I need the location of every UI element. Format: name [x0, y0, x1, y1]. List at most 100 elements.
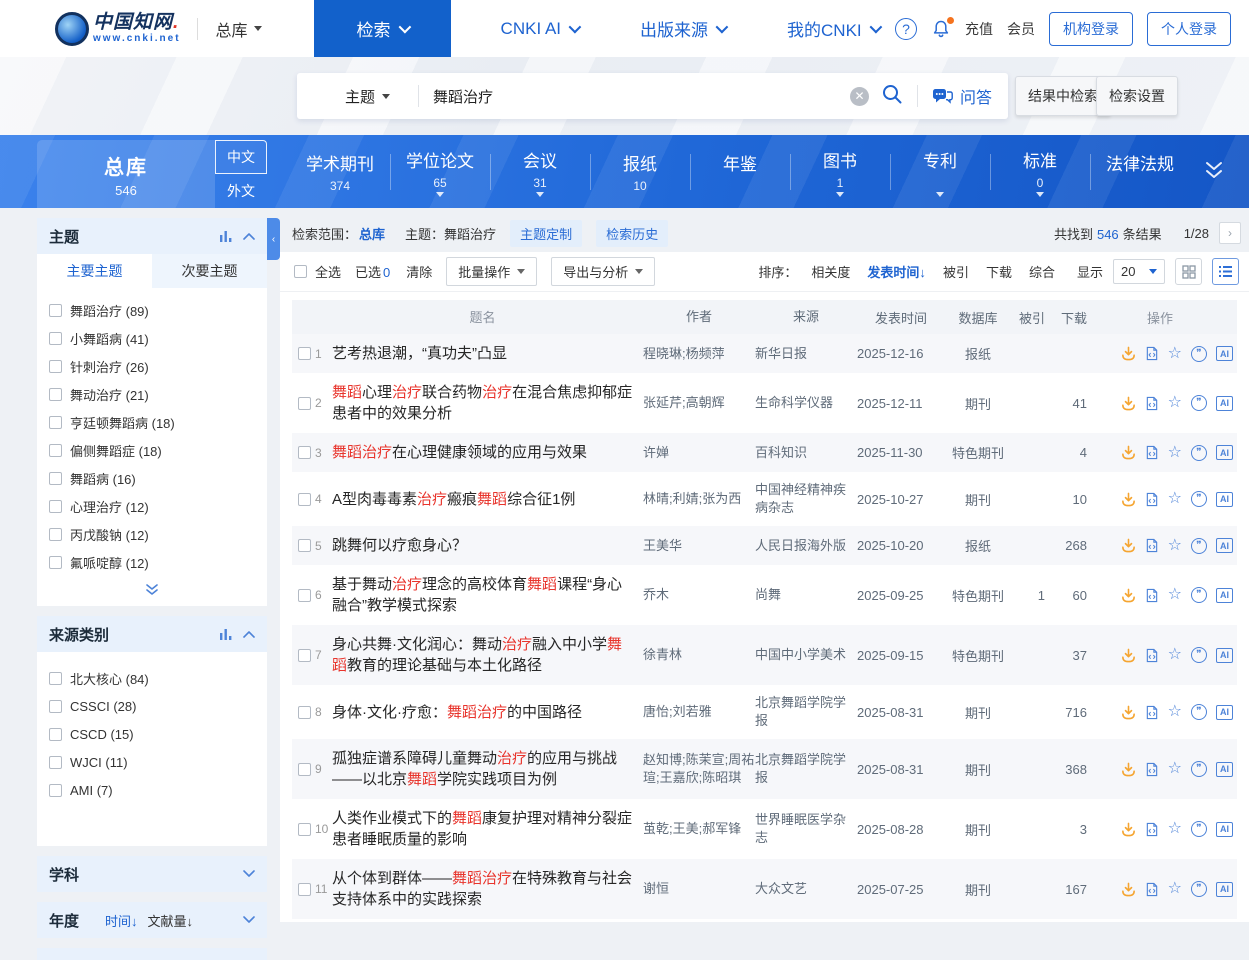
db-tab-专利[interactable]: 专利: [890, 135, 990, 208]
year-sort-volume[interactable]: 文献量↓: [148, 911, 194, 930]
chevron-down-icon[interactable]: [243, 870, 255, 878]
result-authors[interactable]: 乔木: [643, 586, 755, 604]
menu-my-cnki[interactable]: 我的CNKI: [787, 16, 879, 41]
filter-group-year-header[interactable]: 年度 时间↓ 文献量↓: [37, 902, 267, 938]
filter-item[interactable]: 丙戊酸钠 (12): [37, 520, 267, 548]
chevron-up-icon[interactable]: [243, 232, 255, 240]
filter-checkbox[interactable]: [49, 444, 62, 457]
filter-checkbox[interactable]: [49, 500, 62, 513]
filter-item[interactable]: 舞动治疗 (21): [37, 380, 267, 408]
star-icon[interactable]: ☆: [1168, 395, 1182, 411]
filter-item[interactable]: AMI (7): [37, 776, 267, 804]
result-title-link[interactable]: 身心共舞·文化润心：舞动治疗融入中小学舞蹈教育的理论基础与本土化路径: [332, 634, 643, 676]
ai-icon[interactable]: AI: [1216, 492, 1233, 507]
result-title-link[interactable]: 跳舞何以疗愈身心？: [332, 535, 643, 556]
result-source[interactable]: 生命科学仪器: [755, 394, 857, 412]
cnki-logo[interactable]: 中国知网. www.cnki.net: [55, 12, 181, 46]
filter-checkbox[interactable]: [49, 556, 62, 569]
download-icon[interactable]: [1121, 492, 1136, 507]
ai-icon[interactable]: AI: [1216, 538, 1233, 553]
result-authors[interactable]: 赵知博;陈茉宣;周祐瑄;王嘉欣;陈昭琪: [643, 751, 755, 787]
result-authors[interactable]: 谢恒: [643, 880, 755, 898]
quote-icon[interactable]: ❞: [1191, 346, 1207, 362]
quote-icon[interactable]: ❞: [1191, 587, 1207, 603]
star-icon[interactable]: ☆: [1168, 647, 1182, 663]
nav-expand-chevrons-icon[interactable]: [1201, 159, 1227, 188]
filter-checkbox[interactable]: [49, 728, 62, 741]
filter-item[interactable]: 舞蹈病 (16): [37, 464, 267, 492]
star-icon[interactable]: ☆: [1168, 821, 1182, 837]
quote-icon[interactable]: ❞: [1191, 395, 1207, 411]
html-icon[interactable]: [1145, 492, 1159, 507]
lang-toggle-foreign[interactable]: 外文: [215, 174, 267, 208]
star-icon[interactable]: ☆: [1168, 445, 1182, 461]
tab-primary-topic[interactable]: 主要主题: [37, 254, 152, 288]
ai-icon[interactable]: AI: [1216, 648, 1233, 663]
personal-login-button[interactable]: 个人登录: [1147, 12, 1231, 46]
sort-被引[interactable]: 被引: [943, 262, 969, 281]
recharge-link[interactable]: 充值: [965, 19, 993, 39]
result-source[interactable]: 中国神经精神疾病杂志: [755, 481, 857, 517]
quote-icon[interactable]: ❞: [1191, 491, 1207, 507]
search-icon[interactable]: [881, 83, 903, 110]
result-authors[interactable]: 王美华: [643, 537, 755, 555]
filter-item[interactable]: CSSCI (28): [37, 692, 267, 720]
year-sort-time[interactable]: 时间↓: [105, 911, 138, 930]
result-title-link[interactable]: 身体·文化·疗愈：舞蹈治疗的中国路径: [332, 702, 643, 723]
filter-item[interactable]: 针刺治疗 (26): [37, 352, 267, 380]
ai-icon[interactable]: AI: [1216, 346, 1233, 361]
filter-item[interactable]: 偏侧舞蹈症 (18): [37, 436, 267, 464]
result-source[interactable]: 尚舞: [755, 586, 857, 604]
html-icon[interactable]: [1145, 538, 1159, 553]
star-icon[interactable]: ☆: [1168, 704, 1182, 720]
filter-checkbox[interactable]: [49, 528, 62, 541]
download-icon[interactable]: [1121, 822, 1136, 837]
sort-综合[interactable]: 综合: [1029, 262, 1055, 281]
star-icon[interactable]: ☆: [1168, 538, 1182, 554]
html-icon[interactable]: [1145, 346, 1159, 361]
result-authors[interactable]: 程晓琳;杨频萍: [643, 345, 755, 363]
notifications-bell-icon[interactable]: [931, 19, 951, 39]
menu-publish-source[interactable]: 出版来源: [640, 16, 725, 41]
result-source[interactable]: 北京舞蹈学院学报: [755, 694, 857, 730]
ai-icon[interactable]: AI: [1216, 822, 1233, 837]
ai-icon[interactable]: AI: [1216, 588, 1233, 603]
download-icon[interactable]: [1121, 882, 1136, 897]
download-icon[interactable]: [1121, 588, 1136, 603]
db-tab-会议[interactable]: 会议31: [490, 135, 590, 208]
quote-icon[interactable]: ❞: [1191, 821, 1207, 837]
chevron-up-icon[interactable]: [243, 630, 255, 638]
next-page-button[interactable]: ›: [1219, 222, 1241, 244]
grid-view-button[interactable]: [1175, 258, 1202, 285]
html-icon[interactable]: [1145, 396, 1159, 411]
filter-group-source-type-header[interactable]: 来源类别: [37, 616, 267, 652]
menu-cnki-ai[interactable]: CNKI AI: [501, 19, 578, 39]
topic-expand-more-icon[interactable]: [37, 580, 267, 606]
col-downloads[interactable]: 下载: [1045, 308, 1087, 327]
row-checkbox[interactable]: [298, 883, 311, 896]
db-tab-学术期刊[interactable]: 学术期刊374: [290, 135, 390, 208]
filter-checkbox[interactable]: [49, 332, 62, 345]
row-checkbox[interactable]: [298, 649, 311, 662]
filter-group-topic-header[interactable]: 主题: [37, 218, 267, 254]
filter-item[interactable]: 氟哌啶醇 (12): [37, 548, 267, 576]
clear-search-icon[interactable]: ✕: [850, 87, 869, 106]
row-checkbox[interactable]: [298, 397, 311, 410]
export-analyze-button[interactable]: 导出与分析: [551, 257, 655, 286]
select-all-label[interactable]: 全选: [315, 262, 341, 281]
page-size-select[interactable]: 20: [1113, 259, 1165, 284]
result-title-link[interactable]: A型肉毒毒素治疗瘢痕舞蹈综合征1例: [332, 489, 643, 510]
tab-search[interactable]: 检索: [314, 0, 451, 57]
quote-icon[interactable]: ❞: [1191, 761, 1207, 777]
search-input[interactable]: [419, 88, 850, 105]
result-title-link[interactable]: 从个体到群体——舞蹈治疗在特殊教育与社会支持体系中的实践探索: [332, 868, 643, 910]
row-checkbox[interactable]: [298, 347, 311, 360]
html-icon[interactable]: [1145, 445, 1159, 460]
sort-相关度[interactable]: 相关度: [811, 262, 850, 281]
search-history-button[interactable]: 检索历史: [596, 220, 668, 247]
row-checkbox[interactable]: [298, 539, 311, 552]
filter-checkbox[interactable]: [49, 784, 62, 797]
result-authors[interactable]: 张延芹;高朝辉: [643, 394, 755, 412]
row-checkbox[interactable]: [298, 706, 311, 719]
result-source[interactable]: 大众文艺: [755, 880, 857, 898]
